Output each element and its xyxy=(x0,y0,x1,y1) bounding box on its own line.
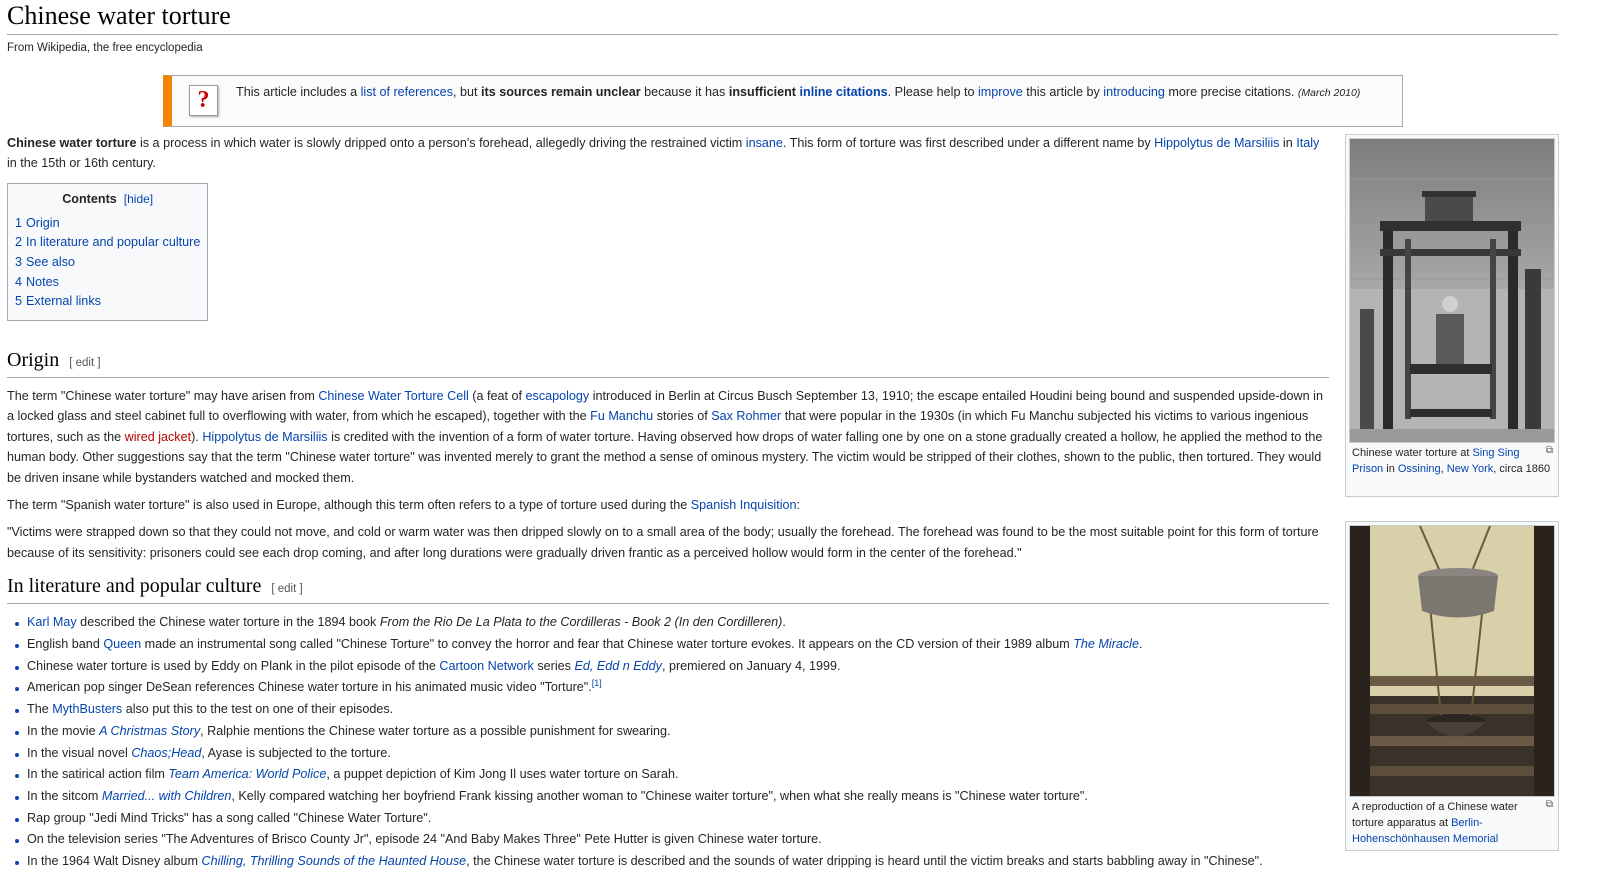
sing-sing-photo[interactable] xyxy=(1349,138,1555,443)
citation-notice: ? This article includes a list of refere… xyxy=(163,75,1403,127)
new-york-link[interactable]: New York xyxy=(1447,463,1493,475)
sax-rohmer-link[interactable]: Sax Rohmer xyxy=(711,409,781,423)
article-body: Chinese water torture is a process in wh… xyxy=(7,133,1329,873)
toc-link[interactable]: 1 Origin xyxy=(15,216,60,230)
berlin-photo[interactable] xyxy=(1349,525,1555,797)
list-item: Chinese water torture is used by Eddy on… xyxy=(15,656,1329,678)
citation-link[interactable]: [1] xyxy=(592,678,602,688)
inline-citations-link[interactable]: inline citations xyxy=(800,85,888,99)
origin-quote: "Victims were strapped down so that they… xyxy=(7,525,1319,560)
enlarge-icon[interactable]: ⧉ xyxy=(1546,443,1553,459)
toc-label: Notes xyxy=(26,274,59,289)
edit-origin-link[interactable]: [ edit ] xyxy=(69,357,100,369)
improve-link[interactable]: improve xyxy=(978,85,1023,99)
list-item: In the satirical action film Team Americ… xyxy=(15,764,1329,786)
list-item-title-link[interactable]: Chaos;Head xyxy=(131,746,201,760)
toc-item: 5 External links xyxy=(15,292,200,312)
toc-number: 1 xyxy=(15,215,23,230)
italy-link[interactable]: Italy xyxy=(1296,136,1319,150)
list-item-link[interactable]: Queen xyxy=(103,637,141,651)
section-heading-culture: In literature and popular culture[ edit … xyxy=(7,573,1329,605)
list-item-link[interactable]: MythBusters xyxy=(52,702,122,716)
thumbnail-berlin: ⧉ A reproduction of a Chinese water tort… xyxy=(1345,521,1559,851)
list-item-title-link[interactable]: Team America: World Police xyxy=(168,767,326,781)
toc-link[interactable]: 3 See also xyxy=(15,255,75,269)
escapology-link[interactable]: escapology xyxy=(526,389,590,403)
toc-item: 3 See also xyxy=(15,253,200,273)
toc-item: 4 Notes xyxy=(15,273,200,293)
toc-label: In literature and popular culture xyxy=(26,235,201,250)
question-mark-icon: ? xyxy=(189,85,218,116)
toc-label: Origin xyxy=(26,215,60,230)
insane-link[interactable]: insane xyxy=(746,136,783,150)
apparatus-image xyxy=(1350,526,1554,796)
spanish-inquisition-link[interactable]: Spanish Inquisition xyxy=(691,498,797,512)
culture-list: Karl May described the Chinese water tor… xyxy=(7,612,1329,872)
toc-link[interactable]: 2 In literature and popular culture xyxy=(15,235,200,249)
list-item-title-link[interactable]: The Miracle xyxy=(1073,637,1139,651)
berlin-caption: ⧉ A reproduction of a Chinese water tort… xyxy=(1352,797,1553,845)
section-heading-origin: Origin[ edit ] xyxy=(7,347,1329,379)
list-item-link[interactable]: Cartoon Network xyxy=(439,659,534,673)
list-item: In the sitcom Married... with Children, … xyxy=(15,786,1329,808)
toc-hide-toggle[interactable]: [hide] xyxy=(124,192,153,206)
list-item: The MythBusters also put this to the tes… xyxy=(15,699,1329,721)
notice-date: (March 2010) xyxy=(1297,87,1361,99)
toc-title: Contents [hide] xyxy=(62,191,154,206)
table-of-contents: Contents [hide] 1 Origin 2 In literature an… xyxy=(7,182,209,322)
toc-number: 4 xyxy=(15,274,23,289)
toc-item: 2 In literature and popular culture xyxy=(15,233,200,253)
list-item: In the movie A Christmas Story, Ralphie … xyxy=(15,721,1329,743)
list-item: On the television series "The Adventures… xyxy=(15,829,1329,851)
sing-sing-caption: ⧉ Chinese water torture at Sing Sing Pri… xyxy=(1352,443,1553,475)
wired-jacket-link[interactable]: wired jacket xyxy=(125,430,192,444)
list-of-references-link[interactable]: list of references xyxy=(361,85,453,99)
origin-paragraph-1: The term "Chinese water torture" may hav… xyxy=(7,389,1323,485)
water-torture-cell-link[interactable]: Chinese Water Torture Cell xyxy=(318,389,469,403)
list-item-title-link[interactable]: Married... with Children xyxy=(102,789,231,803)
toc-link[interactable]: 5 External links xyxy=(15,294,101,308)
torture-chair-image xyxy=(1350,139,1554,442)
origin-paragraph-2: The term "Spanish water torture" is also… xyxy=(7,498,800,513)
hippolytus-link[interactable]: Hippolytus de Marsiliis xyxy=(1154,136,1279,150)
site-tagline: From Wikipedia, the free encyclopedia xyxy=(7,42,203,54)
toc-number: 2 xyxy=(15,235,23,250)
list-item: English band Queen made an instrumental … xyxy=(15,634,1329,656)
list-item-title-link[interactable]: Chilling, Thrilling Sounds of the Haunte… xyxy=(202,854,467,868)
edit-culture-link[interactable]: [ edit ] xyxy=(271,583,302,595)
list-item-title-link[interactable]: A Christmas Story xyxy=(99,724,200,738)
toc-label: See also xyxy=(26,254,76,269)
intro-paragraph: Chinese water torture is a process in wh… xyxy=(7,136,1320,171)
introducing-link[interactable]: introducing xyxy=(1103,85,1165,99)
list-item: In the visual novel Chaos;Head, Ayase is… xyxy=(15,743,1329,765)
citation-notice-text: This article includes a list of referenc… xyxy=(236,85,1361,99)
toc-label: External links xyxy=(26,294,101,309)
toc-item: 1 Origin xyxy=(15,214,200,234)
list-item: Rap group "Jedi Mind Tricks" has a song … xyxy=(15,808,1329,830)
list-item-title: From the Rio De La Plata to the Cordille… xyxy=(379,615,783,630)
toc-list: 1 Origin 2 In literature and popular cultur… xyxy=(15,214,200,313)
toc-number: 5 xyxy=(15,294,23,309)
page-title: Chinese water torture xyxy=(7,0,1558,35)
list-item-link[interactable]: Karl May xyxy=(27,615,77,629)
enlarge-icon[interactable]: ⧉ xyxy=(1546,797,1553,813)
list-item-title-link[interactable]: Ed, Edd n Eddy xyxy=(574,659,662,673)
hippolytus-link-2[interactable]: Hippolytus de Marsiliis xyxy=(202,430,327,444)
toc-link[interactable]: 4 Notes xyxy=(15,275,59,289)
fu-manchu-link[interactable]: Fu Manchu xyxy=(590,409,653,423)
thumbnail-sing-sing: ⧉ Chinese water torture at Sing Sing Pri… xyxy=(1345,134,1559,497)
list-item: In the 1964 Walt Disney album Chilling, … xyxy=(15,851,1329,873)
toc-number: 3 xyxy=(15,254,23,269)
list-item: Karl May described the Chinese water tor… xyxy=(15,612,1329,634)
ossining-link[interactable]: Ossining xyxy=(1398,463,1441,475)
list-item: American pop singer DeSean references Ch… xyxy=(15,677,1329,699)
